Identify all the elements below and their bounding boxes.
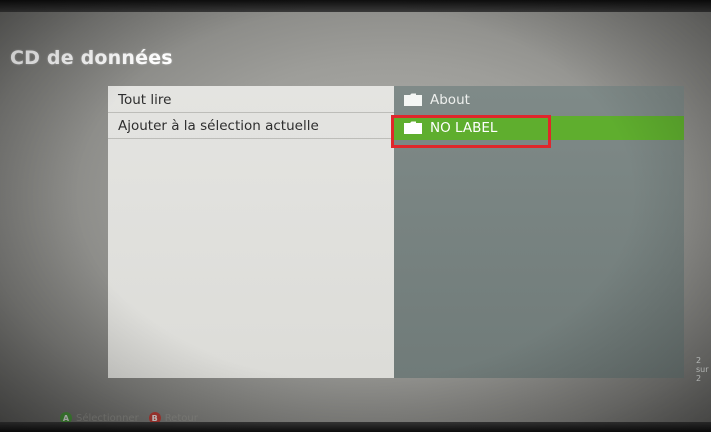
page-indicator: 2 sur 2 xyxy=(696,356,709,383)
bottom-bezel xyxy=(0,422,711,432)
folder-icon xyxy=(404,93,422,106)
options-pane: Tout lire Ajouter à la sélection actuell… xyxy=(108,86,394,378)
play-all-option[interactable]: Tout lire xyxy=(108,88,394,113)
selection-highlight-box xyxy=(391,115,551,148)
page-title: CD de données xyxy=(10,47,173,69)
add-to-selection-option[interactable]: Ajouter à la sélection actuelle xyxy=(108,114,394,139)
tv-screen: CD de données Tout lire Ajouter à la sél… xyxy=(0,0,711,432)
folder-item-about[interactable]: About xyxy=(394,88,684,112)
folder-label: About xyxy=(430,92,470,108)
top-bezel xyxy=(0,0,711,12)
media-browser-panel: Tout lire Ajouter à la sélection actuell… xyxy=(108,86,709,383)
